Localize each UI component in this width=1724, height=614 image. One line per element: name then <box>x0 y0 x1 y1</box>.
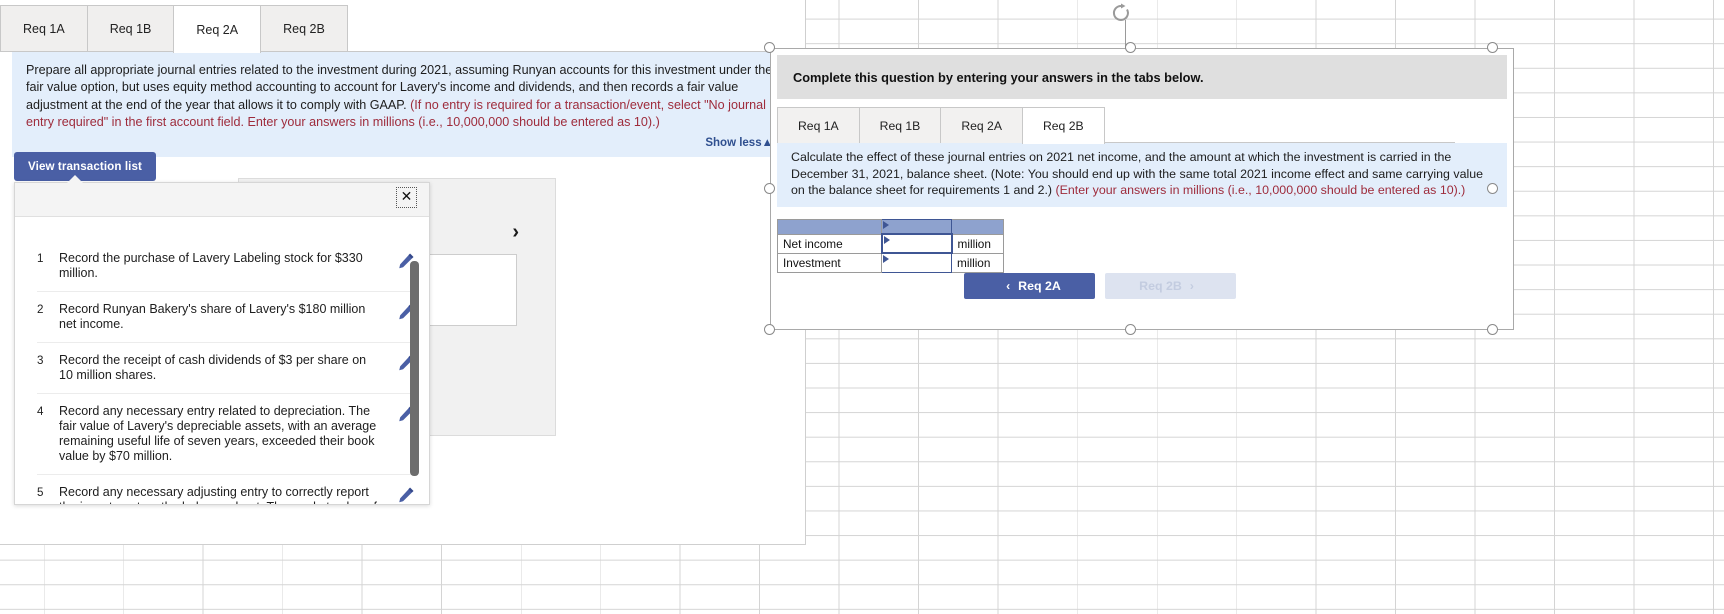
show-less-link[interactable]: Show less▲ <box>26 137 773 151</box>
selection-handle-bottom-right[interactable] <box>1487 324 1498 335</box>
transaction-description: Record the purchase of Lavery Labeling s… <box>59 251 363 280</box>
answer-row-label: Net income <box>777 233 882 254</box>
right-tab-strip: Req 1A Req 1B Req 2A Req 2B <box>777 107 1513 144</box>
right-question-note: (Enter your answers in millions (i.e., 1… <box>1055 183 1466 198</box>
scrollbar-thumb[interactable] <box>410 261 419 476</box>
transaction-list-item[interactable]: 1 Record the purchase of Lavery Labeling … <box>37 241 415 292</box>
answer-row-unit: million <box>951 233 1004 254</box>
right-tab-req-2a[interactable]: Req 2A <box>940 107 1023 143</box>
transaction-description: Record any necessary adjusting entry to … <box>59 485 377 504</box>
transaction-list-popup: ✕ 1 Record the purchase of Lavery Labelin… <box>14 175 430 505</box>
close-icon[interactable]: ✕ <box>396 187 417 208</box>
answer-row-label: Investment <box>777 252 882 273</box>
selection-handle-top-right[interactable] <box>1487 42 1498 53</box>
transaction-list: 1 Record the purchase of Lavery Labeling … <box>15 241 429 504</box>
show-less-label: Show less <box>705 137 762 150</box>
left-tab-strip: Req 1A Req 1B Req 2A Req 2B <box>0 5 348 53</box>
next-req-label: Req 2B <box>1139 279 1182 293</box>
question-prompt-box: Prepare all appropriate journal entries … <box>12 52 787 158</box>
transaction-number: 1 <box>37 252 44 265</box>
transaction-list-item[interactable]: 5 Record any necessary adjusting entry to… <box>37 475 415 504</box>
selection-handle-top-center[interactable] <box>1125 42 1136 53</box>
chevron-right-icon: › <box>1189 279 1194 293</box>
right-answer-object: Complete this question by entering your … <box>770 48 1514 330</box>
right-question-text: Calculate the effect of these journal en… <box>777 143 1507 207</box>
transaction-description: Record the receipt of cash dividends of … <box>59 353 367 382</box>
question-text: Prepare all appropriate journal entries … <box>26 62 773 131</box>
selection-handle-bottom-left[interactable] <box>764 324 775 335</box>
answer-table: Net income million Investment million <box>777 218 1004 273</box>
selection-handle-top-left[interactable] <box>764 42 775 53</box>
prev-req-label: Req 2A <box>1018 279 1061 293</box>
tab-req-2b[interactable]: Req 2B <box>260 5 348 51</box>
instruction-banner-text: Complete this question by entering your … <box>793 69 1204 85</box>
transaction-description: Record Runyan Bakery's share of Lavery's… <box>59 302 366 331</box>
chevron-left-icon: ‹ <box>1006 279 1011 293</box>
transaction-description: Record any necessary entry related to de… <box>59 404 377 463</box>
answer-value-input[interactable] <box>881 252 952 273</box>
popup-tail <box>67 175 83 183</box>
view-transaction-list-button[interactable]: View transaction list <box>14 152 156 181</box>
rotate-icon[interactable] <box>1110 2 1132 24</box>
right-tab-req-1b[interactable]: Req 1B <box>858 107 942 143</box>
transaction-number: 5 <box>37 486 44 499</box>
answer-table-header-cell <box>777 218 882 235</box>
tab-req-1a[interactable]: Req 1A <box>0 5 88 51</box>
transaction-list-item[interactable]: 2 Record Runyan Bakery's share of Lavery'… <box>37 292 415 343</box>
transaction-number: 3 <box>37 354 44 367</box>
transaction-list-scroll-area: 1 Record the purchase of Lavery Labeling … <box>15 217 429 504</box>
answer-table-row: Net income million <box>777 233 1004 255</box>
transaction-list-item[interactable]: 4 Record any necessary entry related to d… <box>37 394 415 475</box>
navigation-buttons: ‹ Req 2A Req 2B › <box>964 273 1236 299</box>
answer-table-row: Investment million <box>777 252 1004 273</box>
answer-table-body: Net income million Investment million <box>777 218 1004 273</box>
transaction-number: 2 <box>37 303 44 316</box>
answer-value-input[interactable] <box>880 233 953 255</box>
answer-table-header-cell <box>881 218 952 235</box>
selection-handle-bottom-center[interactable] <box>1125 324 1136 335</box>
transaction-list-popup-header: ✕ <box>15 183 429 217</box>
next-entry-chevron-icon[interactable]: › <box>512 221 519 244</box>
transaction-number: 4 <box>37 405 44 418</box>
selection-handle-middle-right[interactable] <box>1487 183 1498 194</box>
tab-req-2a[interactable]: Req 2A <box>173 5 262 53</box>
answer-table-header-row <box>777 218 1004 235</box>
right-tab-req-2b[interactable]: Req 2B <box>1021 107 1105 144</box>
selection-handle-middle-left[interactable] <box>764 183 775 194</box>
answer-row-unit: million <box>951 252 1004 273</box>
transaction-list-item[interactable]: 3 Record the receipt of cash dividends of… <box>37 343 415 394</box>
prev-req-button[interactable]: ‹ Req 2A <box>964 273 1095 299</box>
right-tab-req-1a[interactable]: Req 1A <box>777 107 860 143</box>
tab-req-1b[interactable]: Req 1B <box>86 5 175 51</box>
instruction-banner: Complete this question by entering your … <box>777 55 1507 99</box>
answer-table-header-cell <box>951 218 1004 235</box>
left-question-panel: Req 1A Req 1B Req 2A Req 2B Prepare all app… <box>0 0 806 545</box>
next-req-button[interactable]: Req 2B › <box>1105 273 1236 299</box>
